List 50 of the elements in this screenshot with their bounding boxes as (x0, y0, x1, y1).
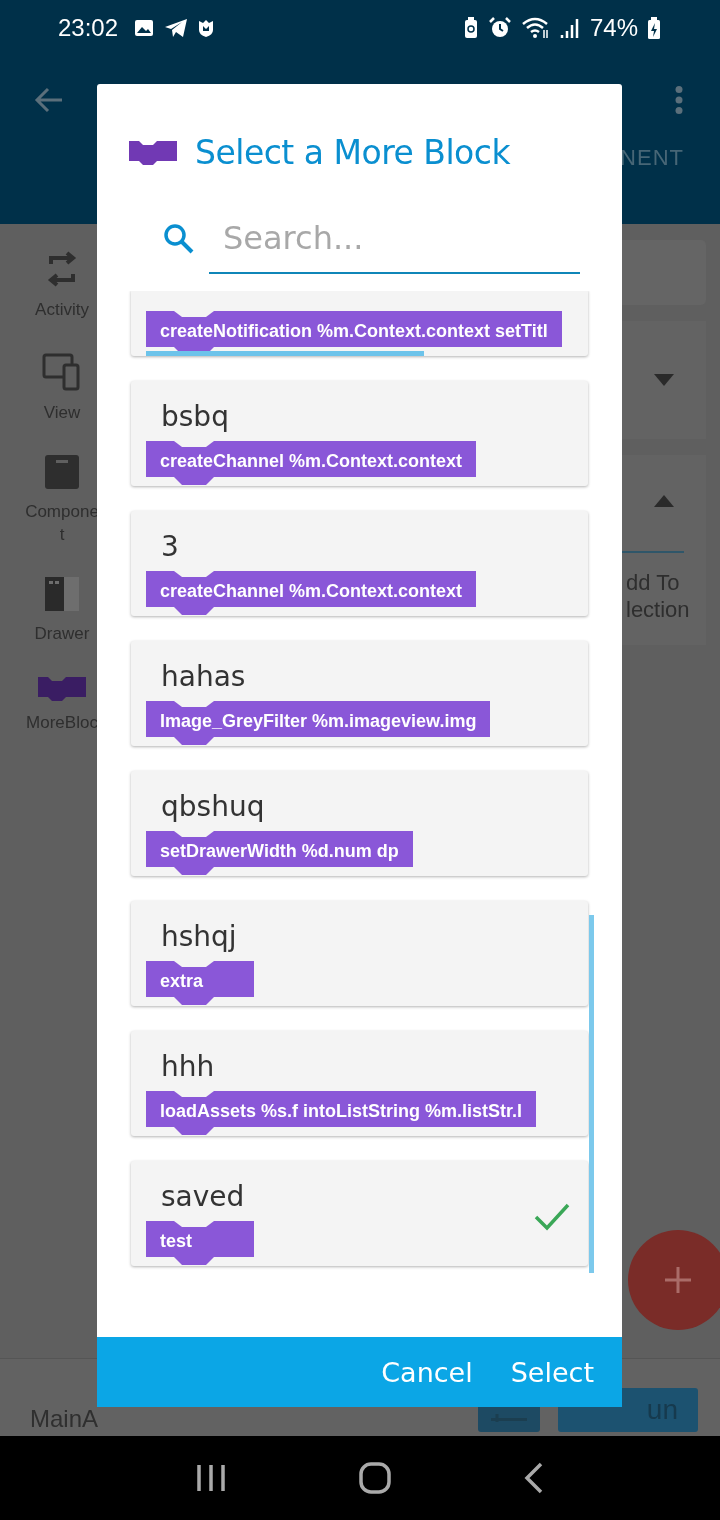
devices-icon (42, 351, 82, 391)
more-block-item[interactable]: hshqj extra (131, 901, 588, 1006)
scrollbar[interactable] (589, 915, 594, 1273)
block-label: loadAssets %s.f intoListString %m.listStr.l (146, 1091, 537, 1135)
more-block-item[interactable]: bsbq createChannel %m.Context.context (131, 381, 588, 486)
signal-icon (559, 16, 580, 39)
clock: 23:02 (58, 13, 119, 42)
block-name: 3 (161, 530, 179, 563)
collapse-arrow-icon[interactable] (654, 495, 674, 507)
battery-saver-icon (463, 16, 478, 39)
more-block-item[interactable]: saved test (131, 1161, 588, 1266)
more-block-item[interactable]: qbshuq setDrawerWidth %d.num dp (131, 771, 588, 876)
plus-icon (663, 1265, 693, 1295)
block-icon (36, 675, 88, 701)
block-icon (127, 139, 179, 165)
component-icon (44, 454, 80, 490)
block-name: hahas (161, 660, 246, 693)
paper-plane-icon (164, 17, 189, 38)
home-icon[interactable] (359, 1462, 391, 1494)
recent-apps-icon[interactable] (196, 1463, 227, 1493)
tab[interactable]: NENT (620, 145, 684, 171)
block-name: hhh (161, 1050, 215, 1083)
image-icon (134, 18, 155, 37)
back-icon[interactable] (523, 1462, 544, 1494)
block-name: bsbq (161, 400, 229, 433)
dropdown-arrow-icon[interactable] (654, 374, 674, 386)
battery-charging-icon (648, 16, 660, 39)
alarm-icon (487, 15, 512, 40)
battery-percent: 74% (589, 13, 638, 42)
shield-icon (198, 18, 215, 37)
wifi-icon (521, 16, 550, 39)
back-arrow-icon[interactable] (34, 87, 64, 113)
drawer-icon (44, 576, 80, 612)
more-block-item[interactable]: 3 createChannel %m.Context.context (131, 511, 588, 616)
dialog-title: Select a More Block (195, 132, 511, 172)
block-label: createChannel %m.Context.context (146, 571, 477, 615)
block-label: setDrawerWidth %d.num dp (146, 831, 413, 875)
block-label: extra (146, 961, 254, 1005)
block-label: test (146, 1221, 254, 1265)
block-name: hshqj (161, 920, 237, 953)
search-icon (163, 223, 195, 255)
block-name: qbshuq (161, 790, 265, 823)
block-name: saved (161, 1180, 245, 1213)
block-label: Image_GreyFilter %m.imageview.img (146, 701, 491, 745)
more-block-item[interactable]: hahas Image_GreyFilter %m.imageview.img (131, 641, 588, 746)
more-options-icon[interactable] (675, 86, 683, 114)
more-block-item[interactable]: hhh loadAssets %s.f intoListString %m.listStr.l (131, 1031, 588, 1136)
more-block-item[interactable]: createNotification %m.Context.context setTitl (131, 291, 588, 356)
cancel-button[interactable]: Cancel (371, 1337, 483, 1407)
block-label: createChannel %m.Context.context (146, 441, 477, 485)
